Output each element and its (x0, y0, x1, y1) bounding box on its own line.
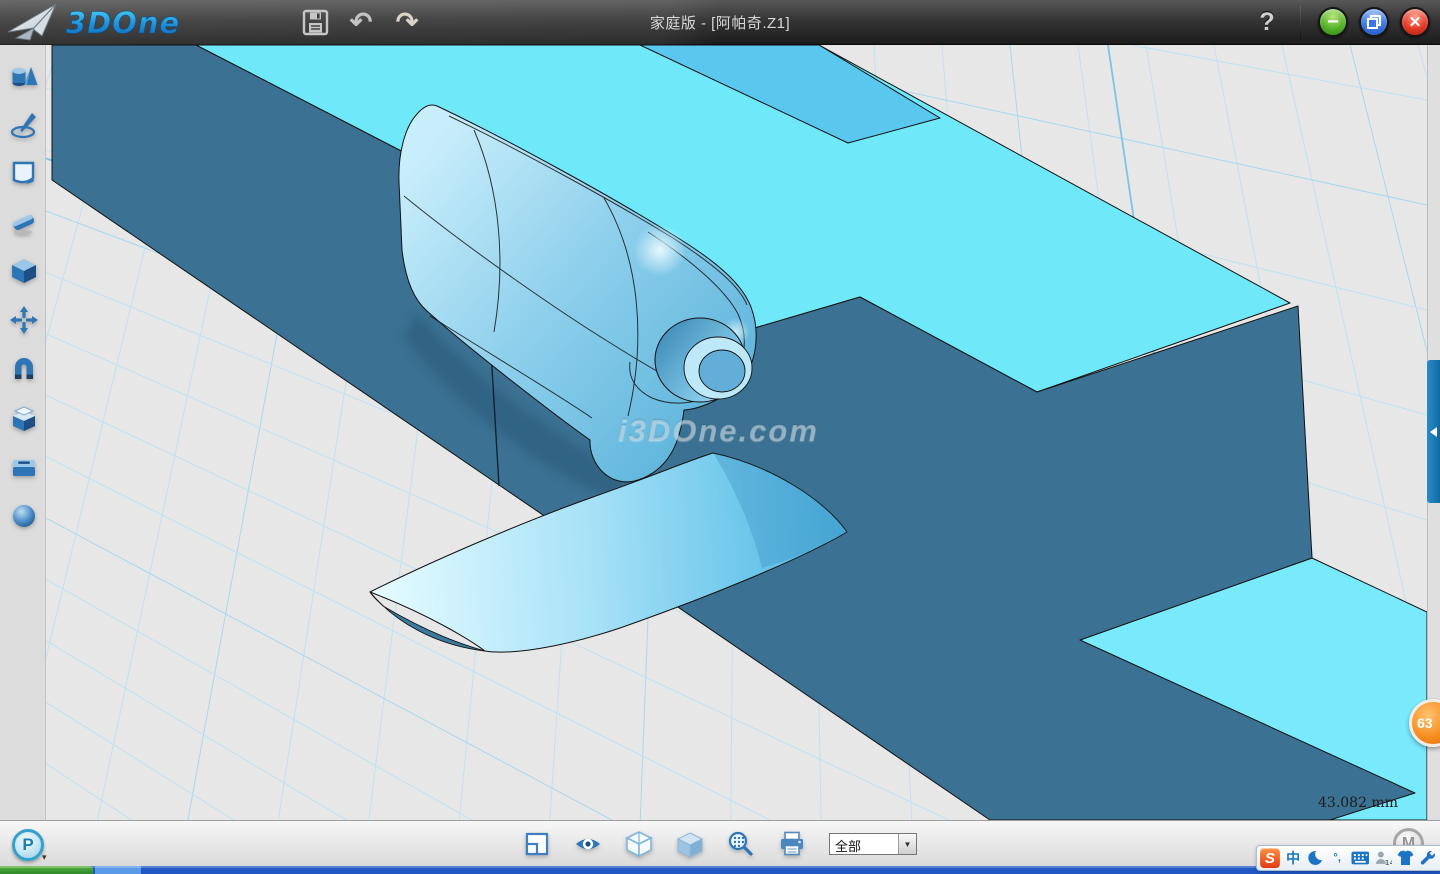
primitive-solids-icon (9, 62, 39, 92)
titlebar-separator (1300, 6, 1301, 39)
panel-flyout-tab[interactable] (1427, 360, 1440, 503)
redo-icon: ↷ (396, 9, 419, 36)
material-sphere-icon (9, 501, 39, 531)
chevron-down-icon: ▼ (904, 840, 912, 849)
sidebar-item-primitive-solids[interactable] (8, 61, 40, 93)
pod-highlight (634, 224, 686, 276)
close-button[interactable]: ✕ (1400, 7, 1430, 37)
redo-button[interactable]: ↷ (392, 8, 422, 38)
os-taskbar[interactable] (0, 866, 1440, 874)
view-toolbar: 全部 ▼ (0, 820, 1440, 866)
shaded-view-button[interactable] (676, 830, 704, 858)
toolbox-icon (9, 452, 39, 482)
combine-solids-icon (9, 403, 39, 433)
view-plane-icon (524, 831, 550, 857)
sketch-pencil-icon (9, 110, 39, 140)
wireframe-view-button[interactable] (625, 830, 653, 858)
wrench-icon (1420, 850, 1436, 866)
ime-punctuation-button[interactable]: °, (1329, 848, 1346, 868)
feature-cube-icon (9, 256, 39, 286)
sidebar-item-surface[interactable] (8, 157, 40, 189)
svg-text:14: 14 (1385, 859, 1392, 866)
model-apache[interactable] (52, 45, 1427, 820)
chevron-left-icon (1430, 427, 1437, 437)
restore-icon (1367, 15, 1381, 29)
ime-fullhalf-button[interactable] (1307, 848, 1324, 868)
application-window: 3DOne 家庭版 - [阿帕奇.Z1] ↶ ↷ (0, 0, 1440, 874)
sidebar-item-sketch[interactable] (8, 109, 40, 141)
plan-badge-dropdown-arrow[interactable]: ▾ (42, 852, 47, 863)
sidebar-item-feature-modeling[interactable] (8, 255, 40, 287)
zoom-search-button[interactable] (727, 830, 755, 858)
sidebar-item-toolbox[interactable] (8, 451, 40, 483)
sidebar-item-material-sphere[interactable] (8, 500, 40, 532)
wireframe-cube-icon (625, 830, 653, 858)
display-filter-value: 全部 (830, 834, 898, 854)
titlebar: 3DOne 家庭版 - [阿帕奇.Z1] ↶ ↷ (0, 0, 1440, 45)
ime-settings-button[interactable] (1419, 848, 1436, 868)
ime-account-button[interactable]: 14 (1374, 848, 1392, 868)
display-filter-select[interactable]: 全部 ▼ (829, 833, 917, 855)
ime-skin-button[interactable] (1397, 848, 1414, 868)
view-plane-button[interactable] (523, 830, 551, 858)
eraser-icon (9, 207, 39, 237)
help-button[interactable]: ? (1252, 0, 1282, 45)
window-title: 家庭版 - [阿帕奇.Z1] (0, 0, 1440, 45)
print-button[interactable] (778, 830, 806, 858)
restore-button[interactable] (1359, 7, 1389, 37)
move-arrows-icon (9, 305, 39, 335)
save-button[interactable] (300, 8, 330, 38)
shaded-cube-icon (676, 830, 704, 858)
window-controls: − ✕ (1318, 7, 1430, 37)
user-icon: 14 (1374, 850, 1392, 866)
undo-button[interactable]: ↶ (346, 8, 376, 38)
ime-logo-letter: S (1265, 850, 1275, 867)
ime-logo-button[interactable]: S (1260, 848, 1280, 868)
magnet-icon (9, 354, 39, 384)
close-icon: ✕ (1409, 13, 1422, 31)
ime-softkeyboard-button[interactable] (1351, 848, 1370, 868)
viewport-canvas[interactable]: i3DOne.com 43.082 mm (46, 45, 1427, 820)
ime-toolbar: S 中 °, 14 (1256, 845, 1440, 871)
notification-count: 63 (1417, 715, 1433, 731)
moon-icon (1307, 850, 1323, 866)
tool-sidebar (0, 45, 46, 820)
sidebar-item-move[interactable] (8, 304, 40, 336)
ime-lang-button[interactable]: 中 (1285, 848, 1302, 868)
titlebar-tools: ↶ ↷ (300, 0, 422, 45)
save-icon (302, 9, 329, 36)
plan-mode-badge[interactable]: P (12, 829, 44, 861)
surface-sheet-icon (9, 158, 39, 188)
sidebar-item-magnet-assembly[interactable] (8, 353, 40, 385)
visibility-button[interactable] (574, 830, 602, 858)
taskbar-highlight (0, 866, 1440, 868)
minimize-icon: − (1327, 11, 1339, 34)
sidebar-item-eraser-edit[interactable] (8, 206, 40, 238)
display-filter-dropdown-button[interactable]: ▼ (898, 834, 916, 854)
undo-icon: ↶ (350, 9, 373, 36)
plan-badge-letter: P (22, 835, 33, 855)
tshirt-icon (1397, 850, 1414, 866)
ime-lang-label: 中 (1286, 848, 1300, 868)
sidebar-item-combine[interactable] (8, 402, 40, 434)
magnifier-icon (727, 830, 755, 858)
minimize-button[interactable]: − (1318, 7, 1348, 37)
keyboard-icon (1351, 851, 1370, 865)
eye-icon (574, 831, 602, 857)
printer-icon (778, 830, 806, 858)
